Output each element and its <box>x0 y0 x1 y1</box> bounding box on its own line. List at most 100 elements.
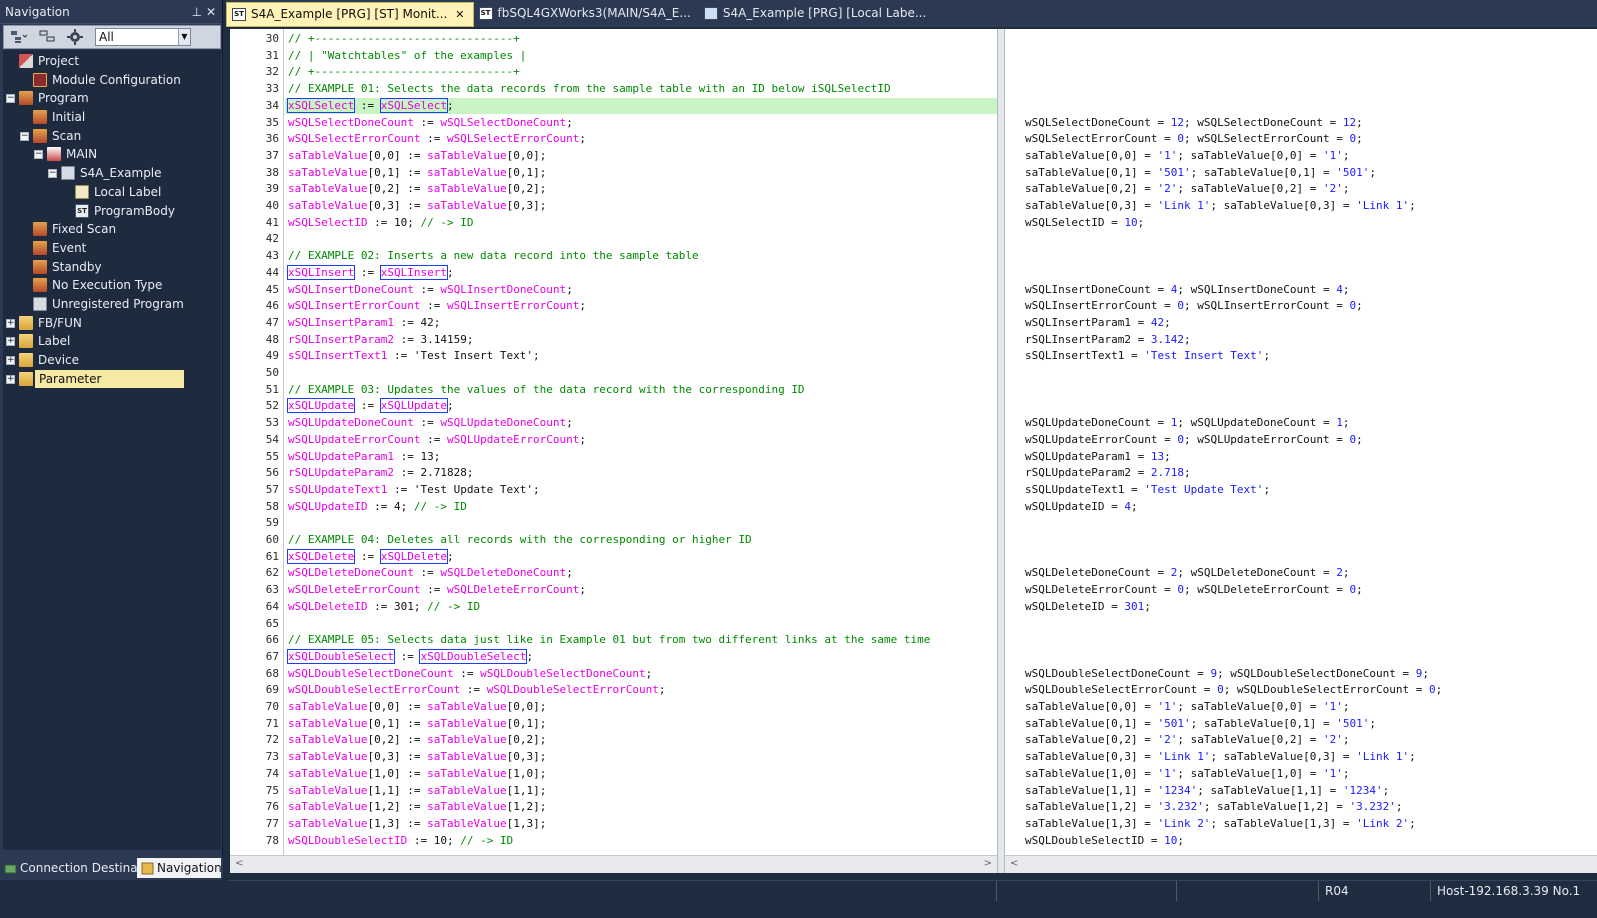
tree-item[interactable]: ST ProgramBody <box>3 202 221 221</box>
code-line[interactable]: xSQLDelete := xSQLDelete; <box>286 548 454 566</box>
tree-item[interactable]: + Device <box>3 351 221 370</box>
code-line[interactable]: // +------------------------------+ <box>288 31 520 48</box>
code-line[interactable]: // EXAMPLE 05: Selects data just like in… <box>288 632 930 649</box>
code-line[interactable]: saTableValue[0,0] := saTableValue[0,0]; <box>288 699 546 716</box>
code-line[interactable]: saTableValue[0,2] := saTableValue[0,2]; <box>288 732 546 749</box>
code-variable: xSQLDelete <box>379 548 448 564</box>
code-line[interactable]: wSQLInsertErrorCount := wSQLInsertErrorC… <box>288 298 586 315</box>
tree-item[interactable]: + FB/FUN <box>3 314 221 333</box>
code-line[interactable]: rSQLInsertParam2 := 3.14159; <box>288 332 473 349</box>
scroll-right-icon[interactable]: > <box>984 858 992 869</box>
code-line[interactable]: saTableValue[1,2] := saTableValue[1,2]; <box>288 799 546 816</box>
monitor-value: 'Test Update Text' <box>1144 482 1264 496</box>
expand-icon[interactable]: + <box>6 337 15 347</box>
monitor-horizontal-scrollbar[interactable]: < <box>1005 855 1597 873</box>
code-line[interactable]: rSQLUpdateParam2 := 2.71828; <box>288 465 473 482</box>
code-line[interactable]: // EXAMPLE 04: Deletes all records with … <box>288 532 752 549</box>
expand-icon[interactable]: + <box>6 318 15 328</box>
code-line[interactable]: // EXAMPLE 02: Inserts a new data record… <box>288 248 699 265</box>
document-tab[interactable]: S4A_Example [PRG] [Local Labe... <box>699 2 934 27</box>
collapse-all-icon[interactable] <box>35 28 59 46</box>
code-line[interactable]: // EXAMPLE 03: Updates the values of the… <box>288 382 805 399</box>
code-line[interactable]: xSQLDoubleSelect := xSQLDoubleSelect; <box>287 648 533 666</box>
code-line[interactable]: saTableValue[0,1] := saTableValue[0,1]; <box>288 165 546 182</box>
code-line[interactable]: // +------------------------------+ <box>288 64 520 81</box>
code-line[interactable]: wSQLUpdateErrorCount := wSQLUpdateErrorC… <box>288 432 586 449</box>
tree-item[interactable]: Unregistered Program <box>3 295 221 314</box>
tree-item[interactable]: + Parameter <box>3 369 221 389</box>
scroll-left-icon[interactable]: < <box>1010 858 1018 869</box>
code-line[interactable]: wSQLSelectDoneCount := wSQLSelectDoneCou… <box>288 115 573 132</box>
gear-icon[interactable] <box>63 28 87 46</box>
code-line[interactable]: wSQLInsertDoneCount := wSQLInsertDoneCou… <box>288 282 573 299</box>
monitor-text: ; <box>1164 449 1171 463</box>
breakpoint-gutter[interactable] <box>230 29 252 855</box>
code-line[interactable]: wSQLUpdateParam1 := 13; <box>288 449 440 466</box>
document-tab[interactable]: ST S4A_Example [PRG] [ST] Monit... ✕ <box>226 2 474 27</box>
code-line[interactable]: wSQLDeleteID := 301; // -> ID <box>288 599 480 616</box>
pane-splitter[interactable] <box>997 29 1005 873</box>
close-icon[interactable]: ✕ <box>206 0 216 24</box>
pin-icon[interactable]: ⊥ <box>192 0 202 24</box>
code-text: [0,3]; <box>506 199 547 212</box>
code-pane[interactable]: // +------------------------------+ // | … <box>285 29 997 855</box>
collapse-icon[interactable]: − <box>48 169 57 179</box>
code-line[interactable]: saTableValue[1,1] := saTableValue[1,1]; <box>288 783 546 800</box>
monitor-text: ; <box>1369 165 1377 179</box>
code-line[interactable]: saTableValue[0,3] := saTableValue[0,3]; <box>288 749 546 766</box>
code-line[interactable]: saTableValue[0,3] := saTableValue[0,3]; <box>288 198 546 215</box>
tree-item[interactable]: Standby <box>3 258 221 277</box>
tree-item[interactable]: − Program <box>3 89 221 108</box>
code-line[interactable]: xSQLInsert := xSQLInsert; <box>286 264 454 282</box>
tree-item[interactable]: Project <box>3 52 221 71</box>
code-line[interactable]: // | "Watchtables" of the examples | <box>288 48 526 65</box>
code-line[interactable]: saTableValue[0,2] := saTableValue[0,2]; <box>288 181 546 198</box>
code-line[interactable]: wSQLDoubleSelectDoneCount := wSQLDoubleS… <box>288 666 652 683</box>
tab-navigation[interactable]: Navigation <box>137 858 221 878</box>
code-line[interactable]: saTableValue[1,3] := saTableValue[1,3]; <box>288 816 546 833</box>
monitor-text: saTableValue[0,1] = <box>1025 716 1158 730</box>
collapse-icon[interactable]: − <box>6 94 15 104</box>
code-line[interactable]: wSQLSelectID := 10; // -> ID <box>288 215 473 232</box>
tree-view-icon[interactable] <box>7 28 31 46</box>
code-line[interactable]: sSQLUpdateText1 := 'Test Update Text'; <box>288 482 540 499</box>
tree-item[interactable]: + Label <box>3 332 221 351</box>
tree-item[interactable]: Module Configuration <box>3 71 221 90</box>
code-line[interactable]: saTableValue[1,0] := saTableValue[1,0]; <box>288 766 546 783</box>
code-variable: saTableValue <box>288 182 368 196</box>
collapse-icon[interactable]: − <box>20 131 29 141</box>
code-line[interactable]: wSQLDoubleSelectErrorCount := wSQLDouble… <box>288 682 666 699</box>
code-horizontal-scrollbar[interactable]: < > <box>230 855 997 873</box>
tree-item[interactable]: Initial <box>3 108 221 127</box>
code-comment: // -> ID <box>413 499 467 513</box>
code-line[interactable]: saTableValue[0,0] := saTableValue[0,0]; <box>288 148 546 165</box>
tree-item[interactable]: − MAIN <box>3 145 221 164</box>
code-line[interactable]: wSQLSelectErrorCount := wSQLSelectErrorC… <box>288 131 586 148</box>
code-line[interactable]: saTableValue[0,1] := saTableValue[0,1]; <box>288 716 546 733</box>
line-number: 76 <box>265 800 279 814</box>
code-line[interactable]: wSQLDoubleSelectID := 10; // -> ID <box>288 833 513 850</box>
document-tab[interactable]: ST fbSQL4GXWorks3(MAIN/S4A_E... <box>474 2 699 27</box>
tree-item[interactable]: Local Label <box>3 183 221 202</box>
expand-icon[interactable]: + <box>6 374 15 384</box>
code-line[interactable]: xSQLSelect := xSQLSelect; <box>286 97 454 115</box>
code-line[interactable]: // EXAMPLE 01: Selects the data records … <box>288 81 891 98</box>
tab-connection-destination[interactable]: Connection Destina... <box>0 858 137 878</box>
tree-item[interactable]: Fixed Scan <box>3 220 221 239</box>
code-line[interactable]: wSQLDeleteDoneCount := wSQLDeleteDoneCou… <box>288 565 573 582</box>
code-line[interactable]: wSQLUpdateDoneCount := wSQLUpdateDoneCou… <box>288 415 573 432</box>
code-line[interactable]: wSQLInsertParam1 := 42; <box>288 315 440 332</box>
tree-item[interactable]: No Execution Type <box>3 276 221 295</box>
code-line[interactable]: sSQLInsertText1 := 'Test Insert Text'; <box>288 348 540 365</box>
collapse-icon[interactable]: − <box>34 150 43 160</box>
expand-icon[interactable]: + <box>6 356 15 365</box>
code-line[interactable]: wSQLUpdateID := 4; // -> ID <box>288 499 467 516</box>
code-line[interactable]: xSQLUpdate := xSQLUpdate; <box>286 398 454 415</box>
code-line[interactable]: wSQLDeleteErrorCount := wSQLDeleteErrorC… <box>288 582 586 599</box>
filter-dropdown[interactable]: All ▼ <box>95 28 191 46</box>
close-tab-icon[interactable]: ✕ <box>455 8 464 21</box>
tree-item[interactable]: − Scan <box>3 127 221 146</box>
tree-item[interactable]: Event <box>3 239 221 258</box>
scroll-left-icon[interactable]: < <box>235 858 243 869</box>
tree-item[interactable]: − S4A_Example <box>3 164 221 183</box>
